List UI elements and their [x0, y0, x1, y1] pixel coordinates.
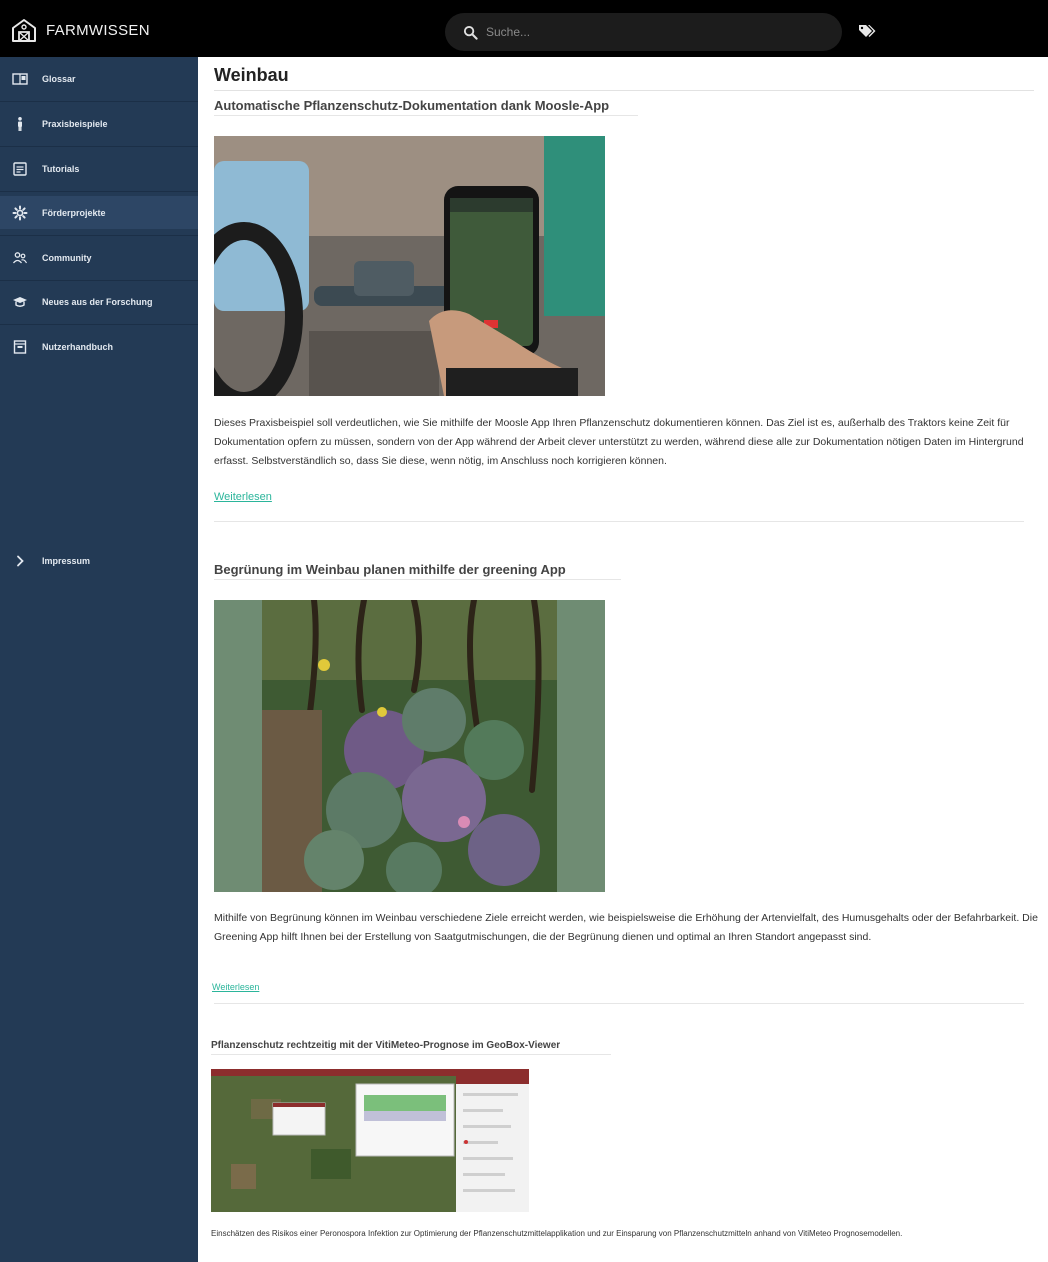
sidebar-item-tutorials[interactable]: Tutorials — [0, 152, 198, 185]
chevron-right-icon — [17, 555, 24, 566]
gear-icon — [12, 205, 28, 220]
search-input[interactable] — [486, 25, 806, 39]
article-summary: Dieses Praxisbeispiel soll verdeutlichen… — [214, 417, 1024, 467]
sidebar: Glossar Praxisbeispiele Tutorials Förder… — [0, 57, 198, 1262]
read-more-link[interactable]: Weiterlesen — [212, 982, 259, 992]
manual-icon — [13, 339, 27, 354]
article-title[interactable]: Pflanzenschutz rechtzeitig mit der VitiM… — [211, 1040, 560, 1051]
person-icon — [18, 116, 22, 131]
sidebar-item-glossar[interactable]: Glossar — [0, 62, 198, 95]
article-title-underline — [214, 115, 638, 116]
search-icon — [463, 25, 478, 40]
sidebar-item-foerderprojekte[interactable]: Förderprojekte — [0, 196, 198, 229]
page-title: Weinbau — [214, 65, 289, 85]
sidebar-item-label: Glossar — [42, 73, 76, 84]
title-divider — [214, 90, 1034, 91]
article-summary: Einschätzen des Risikos einer Peronospor… — [211, 1229, 903, 1238]
sidebar-item-impressum[interactable]: Impressum — [0, 544, 198, 577]
sidebar-item-label: Tutorials — [42, 163, 80, 174]
search-bar[interactable] — [445, 13, 842, 51]
sidebar-item-label: Praxisbeispiele — [42, 118, 108, 129]
glossary-icon — [12, 72, 28, 85]
sidebar-item-label: Impressum — [42, 555, 91, 566]
divider — [0, 280, 198, 281]
divider — [0, 146, 198, 147]
article-title[interactable]: Begrünung im Weinbau planen mithilfe der… — [214, 562, 566, 577]
divider — [0, 235, 198, 236]
divider — [0, 191, 198, 192]
sidebar-item-praxisbeispiele[interactable]: Praxisbeispiele — [0, 107, 198, 140]
community-icon — [12, 251, 28, 263]
article-image-phone-app[interactable] — [214, 136, 605, 396]
sidebar-item-label: Community — [42, 252, 92, 263]
article-image-geobox-viewer[interactable] — [211, 1069, 529, 1212]
article-title-underline — [214, 579, 621, 580]
sidebar-item-forschung[interactable]: Neues aus der Forschung — [0, 285, 198, 318]
sidebar-item-community[interactable]: Community — [0, 241, 198, 274]
tags-icon[interactable] — [858, 24, 876, 38]
top-bar: FARMWISSEN — [0, 0, 1048, 57]
sidebar-item-nutzerhandbuch[interactable]: Nutzerhandbuch — [0, 330, 198, 363]
article-divider — [214, 1003, 1024, 1004]
graduation-cap-icon — [13, 296, 27, 307]
article-title-underline — [211, 1054, 611, 1055]
divider — [0, 101, 198, 102]
article-divider — [214, 521, 1024, 522]
article-title[interactable]: Automatische Pflanzenschutz-Dokumentatio… — [214, 98, 609, 113]
sidebar-item-label: Neues aus der Forschung — [42, 296, 153, 307]
sidebar-item-label: Förderprojekte — [42, 207, 106, 218]
brand-name: FARMWISSEN — [46, 21, 150, 39]
sidebar-item-label: Nutzerhandbuch — [42, 341, 113, 352]
brand[interactable]: FARMWISSEN — [10, 16, 150, 44]
barn-logo-icon — [12, 19, 36, 42]
tutorial-icon — [13, 161, 27, 176]
read-more-link[interactable]: Weiterlesen — [214, 491, 272, 503]
divider — [0, 324, 198, 325]
article-summary: Mithilfe von Begrünung können im Weinbau… — [214, 912, 1038, 943]
article-image-vineyard-greening[interactable] — [214, 600, 605, 892]
